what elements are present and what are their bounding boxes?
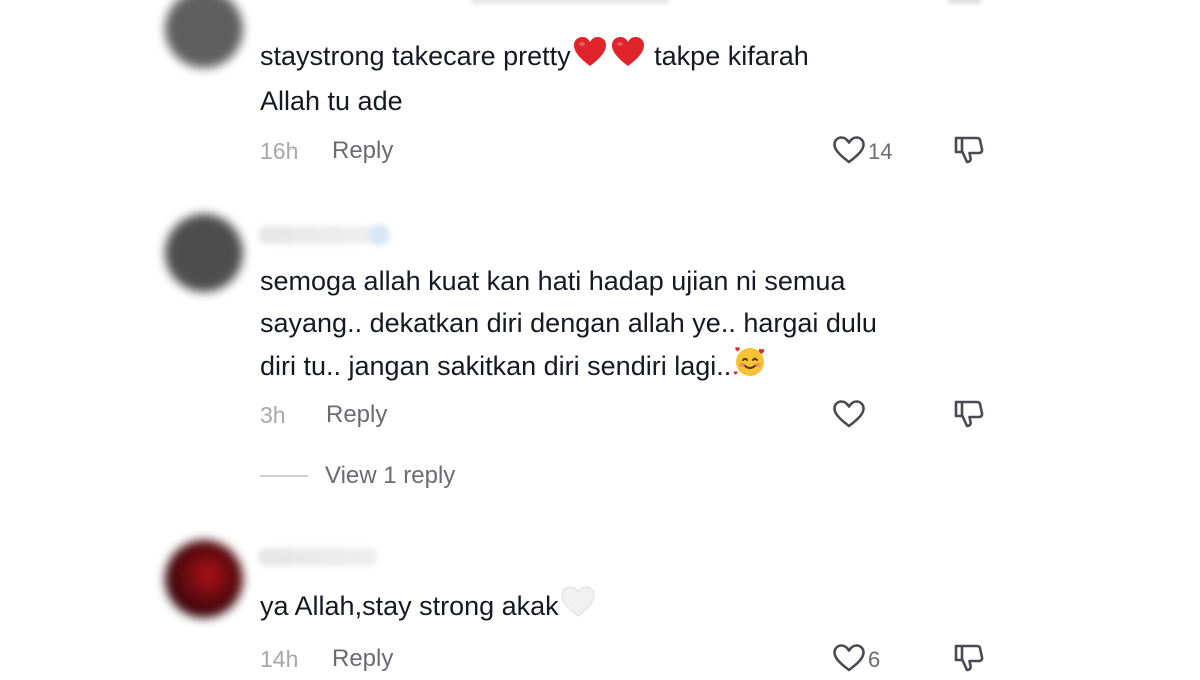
username[interactable] <box>258 548 378 566</box>
comment-time: 14h <box>260 646 299 672</box>
thumbs-down-icon <box>954 644 984 672</box>
dislike-button[interactable] <box>952 641 986 675</box>
white-heart-emoji-icon <box>561 586 595 630</box>
comment-text-line: ya Allah,stay strong akak <box>260 591 559 621</box>
comment-item: ya Allah,stay strong akak 14h Reply 6 <box>0 0 1200 675</box>
like-count: 6 <box>868 647 881 672</box>
reply-button[interactable]: Reply <box>332 645 393 673</box>
like-button[interactable] <box>832 643 866 673</box>
heart-outline-icon <box>833 644 865 672</box>
avatar[interactable] <box>165 540 243 618</box>
comment-text: ya Allah,stay strong akak <box>260 585 980 630</box>
